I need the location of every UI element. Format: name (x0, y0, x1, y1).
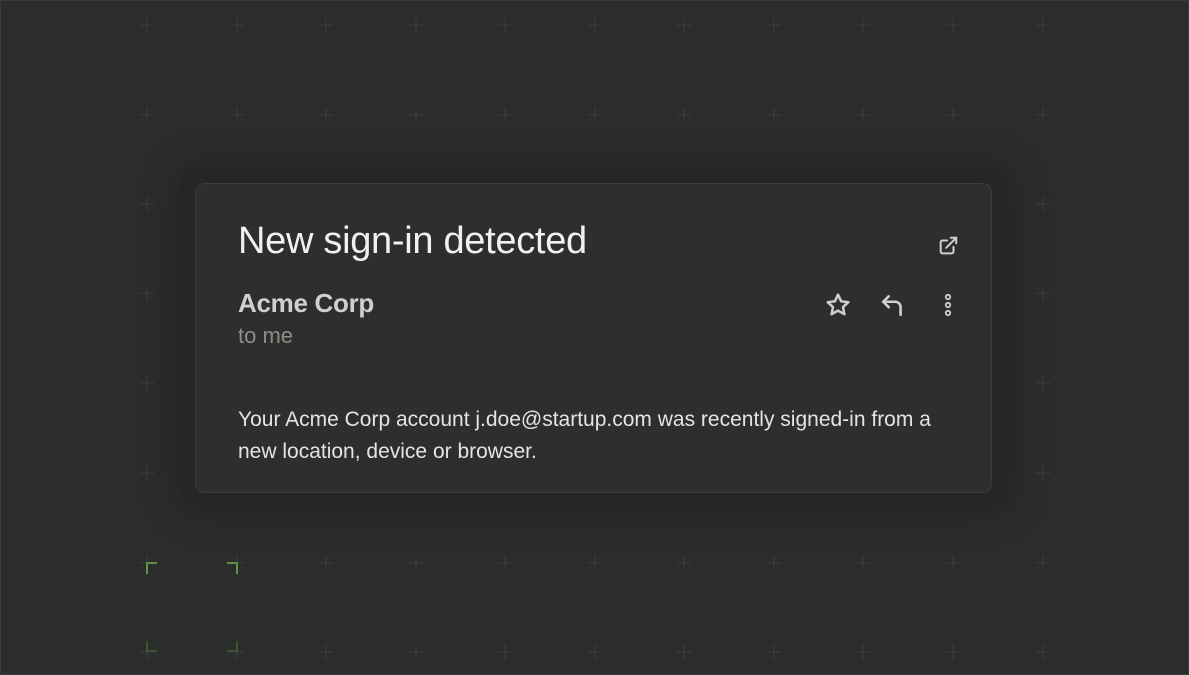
open-external-button[interactable] (934, 232, 962, 260)
selection-corner-marks (146, 562, 238, 652)
email-body: Your Acme Corp account j.doe@startup.com… (238, 408, 931, 463)
external-link-icon (939, 236, 958, 255)
more-vertical-icon (944, 293, 952, 317)
recipient-label: to me (238, 323, 294, 348)
email-subject: New sign-in detected (238, 220, 587, 262)
reply-button[interactable] (879, 291, 907, 319)
star-icon (826, 293, 850, 316)
sender-name: Acme Corp (238, 288, 374, 318)
email-card: New sign-in detected Acme Corp to me You… (195, 183, 992, 493)
reply-icon (881, 295, 902, 317)
more-options-button[interactable] (934, 291, 962, 319)
star-button[interactable] (824, 291, 852, 319)
